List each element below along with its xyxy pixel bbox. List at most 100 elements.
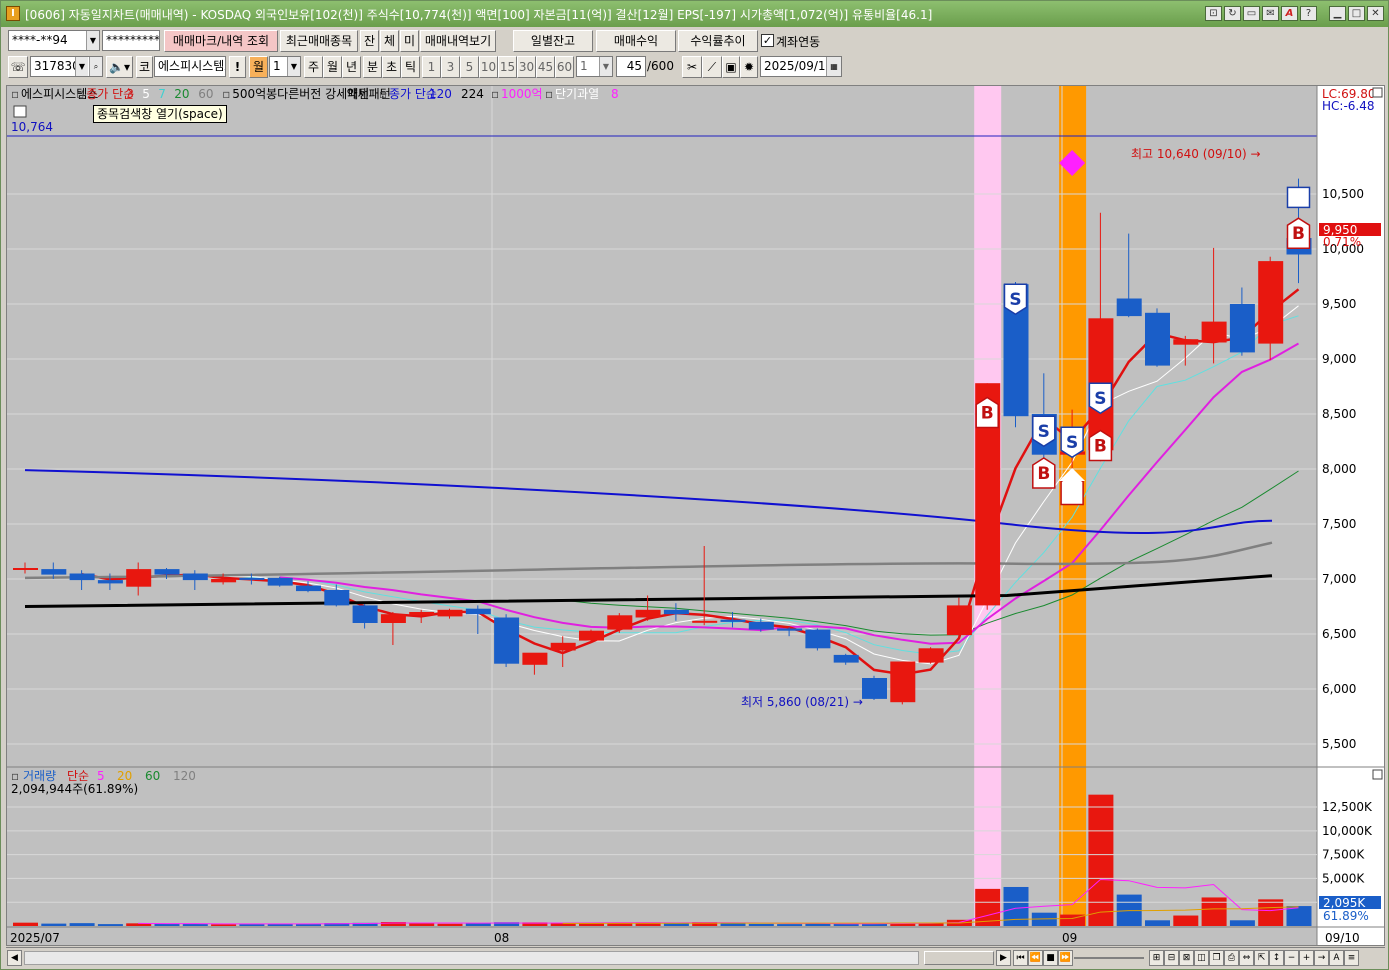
save-icon[interactable]: ▣ — [722, 56, 740, 78]
chart-background — [7, 86, 1384, 945]
interval-15-button[interactable]: 15 — [498, 56, 517, 78]
recent-trades-button[interactable]: 최근매매종목 — [280, 30, 358, 52]
scroll-thumb[interactable] — [924, 951, 994, 965]
date-input[interactable]: 2025/09/10 ▦ — [760, 56, 842, 77]
candle-body — [267, 577, 293, 586]
next-page-icon[interactable]: ⏩ — [1058, 950, 1073, 966]
chart-tool-icon[interactable]: ✂ — [682, 56, 702, 78]
chevron-down-icon[interactable]: ▼ — [86, 31, 99, 50]
zoom-in-icon[interactable]: + — [1299, 950, 1314, 966]
bars-count-input[interactable]: 45 — [616, 56, 646, 77]
interval-3-button[interactable]: 3 — [441, 56, 460, 78]
more-icon[interactable]: ≡ — [1344, 950, 1359, 966]
grid-toggle-icon — [13, 105, 27, 118]
zoom-out-icon[interactable]: − — [1284, 950, 1299, 966]
interval-select[interactable]: 1 ▼ — [576, 56, 613, 77]
chart-scroll-bar[interactable]: ◀ ▶ ⏮ ⏪ ■ ⏩ ⊞ ⊟ ⊠ ◫ ❐ ⎙ ⇔ ⇱ ↕ − + → A ≡ — [6, 947, 1385, 967]
buy-marker-icon: B — [1088, 429, 1113, 462]
price-chart[interactable]: 10,50010,0009,5009,0008,5008,0007,5007,0… — [7, 86, 1384, 945]
first-page-icon[interactable]: ⏮ — [1013, 950, 1028, 966]
unexecuted-button[interactable]: 미 — [400, 30, 419, 52]
period-tick-button[interactable]: 틱 — [401, 56, 420, 78]
print-icon[interactable]: ⎙ — [1224, 950, 1239, 966]
interval-1-button[interactable]: 1 — [422, 56, 441, 78]
layout-icon[interactable]: ⊞ — [1149, 950, 1164, 966]
scale-icon[interactable]: ↕ — [1269, 950, 1284, 966]
axis-panel — [1317, 86, 1384, 945]
return-trend-button[interactable]: 수익률추이 — [678, 30, 758, 52]
line-tool-icon[interactable]: ⟋ — [702, 56, 722, 78]
period-month-button[interactable]: 월 — [249, 56, 268, 78]
grid-icon[interactable]: ⊠ — [1179, 950, 1194, 966]
interval-60-button[interactable]: 60 — [555, 56, 574, 78]
speaker-icon[interactable]: 🔈▾ — [106, 56, 133, 78]
candle-body — [296, 585, 321, 592]
interval-45-button[interactable]: 45 — [536, 56, 555, 78]
daily-balance-button[interactable]: 일별잔고 — [513, 30, 593, 52]
close-icon[interactable]: ✕ — [1367, 6, 1384, 21]
export-icon[interactable]: ⇱ — [1254, 950, 1269, 966]
stock-code-value: 317830 — [34, 59, 80, 73]
trade-mark-button[interactable]: 매매마크/내역 조회 — [164, 30, 278, 52]
refresh-icon[interactable]: ↻ — [1224, 6, 1241, 21]
prev-page-icon[interactable]: ⏪ — [1028, 950, 1043, 966]
calendar-icon[interactable]: ▦ — [826, 57, 841, 76]
phone-icon[interactable]: ☏ — [8, 56, 28, 78]
interval-10-button[interactable]: 10 — [479, 56, 498, 78]
volume-current-label: 2,094,944주(61.89%) — [11, 782, 138, 796]
minimize-icon[interactable]: ▁ — [1329, 6, 1346, 21]
highlight-column-orange — [1059, 86, 1087, 926]
scroll-track[interactable] — [24, 951, 919, 965]
chevron-down-icon[interactable]: ▼ — [599, 57, 612, 76]
period-minute-button[interactable]: 분 — [363, 56, 382, 78]
chart-area[interactable]: 10,500 10,000 9,500 9,000 8,500 8,000 7,500 7,0… — [6, 85, 1385, 946]
period-year-button[interactable]: 년 — [342, 56, 361, 78]
stop-icon[interactable]: ■ — [1043, 950, 1058, 966]
account-select[interactable]: ****-**94 ▼ — [8, 30, 100, 51]
window-title: [0606] 자동일지차트(매매내역) - KOSDAQ 외국인보유[102(천… — [25, 8, 933, 22]
split-icon[interactable]: ◫ — [1194, 950, 1209, 966]
chevron-down-icon[interactable]: ▼ — [287, 57, 300, 76]
volume-bar — [1173, 915, 1199, 926]
marker-letter: S — [1066, 433, 1078, 453]
mail-icon[interactable]: ✉ — [1262, 6, 1279, 21]
screen-icon[interactable]: ▭ — [1243, 6, 1260, 21]
alert-button[interactable]: ! — [229, 56, 246, 78]
title-bar: I [0606] 자동일지차트(매매내역) - KOSDAQ 외국인보유[102… — [1, 1, 1388, 27]
period-count-select[interactable]: 1 ▼ — [269, 56, 301, 77]
legend-ma120: 120 — [429, 87, 452, 101]
search-icon[interactable]: ⌕ — [89, 57, 102, 76]
stock-name-field[interactable]: 에스피시스템스 — [154, 56, 226, 77]
candle-body — [550, 642, 576, 651]
period-monthly-button[interactable]: 월 — [323, 56, 342, 78]
buy-marker-icon: B — [1032, 457, 1056, 489]
scroll-right-icon[interactable]: ▶ — [996, 950, 1011, 966]
trade-history-button[interactable]: 매매내역보기 — [420, 30, 496, 52]
period-week-button[interactable]: 주 — [304, 56, 323, 78]
crosshair-icon[interactable]: → — [1314, 950, 1329, 966]
link-icon[interactable]: ⊡ — [1205, 6, 1222, 21]
scroll-left-icon[interactable]: ◀ — [7, 950, 22, 966]
text-icon[interactable]: A — [1329, 950, 1344, 966]
help-icon[interactable]: ? — [1300, 6, 1317, 21]
settings-icon[interactable]: ✹ — [740, 56, 758, 78]
maximize-icon[interactable]: □ — [1348, 6, 1365, 21]
account-link-checkbox[interactable]: ✓ — [761, 34, 774, 47]
window-icon[interactable]: ⊟ — [1164, 950, 1179, 966]
chevron-down-icon[interactable]: ▼ — [75, 57, 88, 76]
executed-button[interactable]: 체 — [380, 30, 399, 52]
password-field[interactable]: ********* — [102, 30, 160, 51]
copy-icon[interactable]: ❐ — [1209, 950, 1224, 966]
trade-profit-button[interactable]: 매매수익 — [596, 30, 676, 52]
x-tick-label: 09 — [1062, 931, 1077, 945]
interval-5-button[interactable]: 5 — [460, 56, 479, 78]
balance-button[interactable]: 잔 — [360, 30, 379, 52]
font-icon[interactable]: A — [1281, 6, 1298, 21]
zoom-slider[interactable] — [1074, 957, 1144, 959]
price-tick-label: 7,000 — [1322, 572, 1356, 586]
interval-30-button[interactable]: 30 — [517, 56, 536, 78]
stock-code-input[interactable]: 317830 ▼ ⌕ — [30, 56, 103, 77]
zoom-fit-icon[interactable]: ⇔ — [1239, 950, 1254, 966]
market-button[interactable]: 코 — [136, 56, 153, 78]
period-second-button[interactable]: 초 — [382, 56, 401, 78]
